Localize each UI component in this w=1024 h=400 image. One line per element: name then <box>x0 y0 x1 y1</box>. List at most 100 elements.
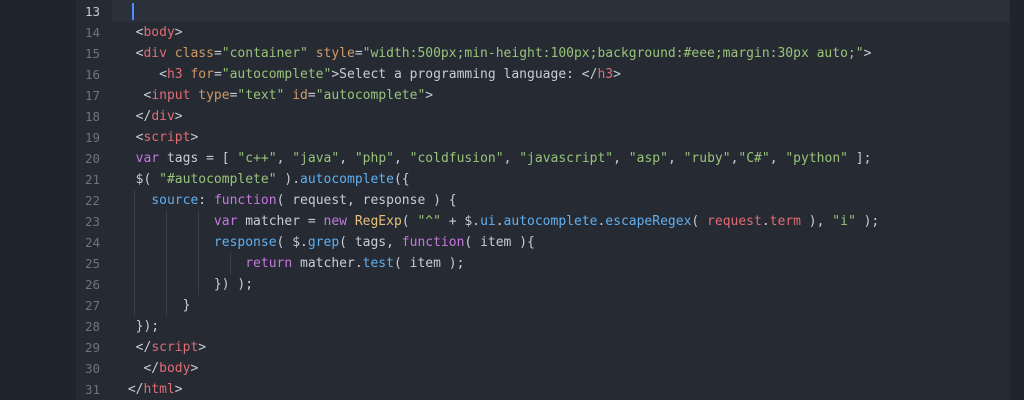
line-number: 16 <box>84 67 100 82</box>
code-token: . <box>495 214 504 229</box>
text-cursor <box>132 3 134 20</box>
code-token: type <box>198 88 230 103</box>
code-token: ({ <box>393 172 410 187</box>
code-token: html <box>143 382 175 397</box>
code-token: , <box>769 151 786 166</box>
code-token: var <box>135 151 160 166</box>
code-token: id <box>292 88 308 103</box>
code-token: div <box>143 46 167 61</box>
code-text: <input type="text" id="autocomplete"> <box>120 85 433 106</box>
code-line[interactable]: 27 } <box>76 295 1010 316</box>
editor-left-panel <box>0 0 76 400</box>
line-number: 22 <box>84 193 100 208</box>
code-line[interactable]: 31 </html> <box>76 379 1010 400</box>
code-token: "^" <box>417 214 441 229</box>
code-text: <div class="container" style="width:500p… <box>120 43 872 64</box>
code-token: body <box>159 361 191 376</box>
code-line[interactable]: 23 var matcher = new RegExp( "^" + $.ui.… <box>76 211 1010 232</box>
code-token: request <box>707 214 762 229</box>
code-line[interactable]: 30 </body> <box>76 358 1010 379</box>
code-line[interactable]: 19 <script> <box>76 127 1010 148</box>
line-number: 27 <box>84 298 100 313</box>
code-line[interactable]: 13 <box>76 1 1010 22</box>
code-token: ]; <box>847 151 872 166</box>
code-text: } <box>120 295 191 316</box>
code-text: }); <box>120 316 160 337</box>
code-token: ( tags, <box>339 235 402 250</box>
line-number: 17 <box>84 88 100 103</box>
code-text: $( "#autocomplete" ).autocomplete({ <box>120 169 410 190</box>
code-token: div <box>151 109 175 124</box>
code-line[interactable]: 29 </script> <box>76 337 1010 358</box>
code-line[interactable]: 20 var tags = [ "c++", "java", "php", "c… <box>76 148 1010 169</box>
code-token: class <box>174 46 214 61</box>
code-token: , <box>667 151 684 166</box>
code-token: response <box>213 235 277 250</box>
code-text: </div> <box>120 106 183 127</box>
code-token: = <box>213 67 222 82</box>
code-token: ui <box>480 214 496 229</box>
code-token: >Select a programming language: </ <box>331 67 598 82</box>
code-token: source <box>151 193 199 208</box>
code-token: "c++" <box>237 151 277 166</box>
code-line[interactable]: 26 }) ); <box>76 274 1010 295</box>
code-token: </ <box>120 382 144 397</box>
editor-scrollbar-track[interactable] <box>1010 0 1024 400</box>
code-token: "#autocomplete" <box>159 172 277 187</box>
code-token: "python" <box>785 151 848 166</box>
code-text: <script> <box>120 127 199 148</box>
line-number: 15 <box>84 46 100 61</box>
code-text: </script> <box>120 337 206 358</box>
code-token: > <box>613 67 621 82</box>
code-token: , <box>339 151 355 166</box>
code-token: : <box>198 193 214 208</box>
code-token: }) ); <box>120 277 254 292</box>
code-line[interactable]: 22 source: function( request, response )… <box>76 190 1010 211</box>
line-number: 23 <box>84 214 100 229</box>
code-line[interactable]: 25 return matcher.test( item ); <box>76 253 1010 274</box>
code-token: "C#" <box>738 151 770 166</box>
code-line[interactable]: 17 <input type="text" id="autocomplete"> <box>76 85 1010 106</box>
code-text: </body> <box>120 358 198 379</box>
code-line[interactable]: 15 <div class="container" style="width:5… <box>76 43 1010 64</box>
code-token: var <box>213 214 238 229</box>
code-token: </ <box>120 361 160 376</box>
code-token: > <box>863 46 872 61</box>
code-token: }); <box>120 319 160 334</box>
code-token: return <box>245 256 293 271</box>
code-token: ); <box>855 214 880 229</box>
code-line[interactable]: 18 </div> <box>76 106 1010 127</box>
code-token: ( <box>691 214 708 229</box>
code-token: autocomplete <box>503 214 598 229</box>
code-token: ( $. <box>276 235 308 250</box>
code-token: "container" <box>221 46 308 61</box>
code-token: "width:500px;min-height:100px;background… <box>362 46 864 61</box>
code-token: , <box>613 151 629 166</box>
code-line[interactable]: 24 response( $.grep( tags, function( ite… <box>76 232 1010 253</box>
code-line[interactable]: 28 }); <box>76 316 1010 337</box>
code-token: , <box>276 151 293 166</box>
code-token: "text" <box>237 88 285 103</box>
code-line[interactable]: 14 <body> <box>76 22 1010 43</box>
code-area[interactable]: 13 14 <body> 15 <div class="container" sty… <box>76 1 1010 400</box>
code-token: , <box>393 151 410 166</box>
code-token: + $. <box>440 214 481 229</box>
line-number: 20 <box>84 151 100 166</box>
code-token: test <box>362 256 394 271</box>
code-token: body <box>143 25 175 40</box>
line-number: 21 <box>84 172 100 187</box>
code-line[interactable]: 21 $( "#autocomplete" ).autocomplete({ <box>76 169 1010 190</box>
code-editor[interactable]: 13 14 <body> 15 <div class="container" sty… <box>0 0 1024 400</box>
code-text: var tags = [ "c++", "java", "php", "cold… <box>120 148 872 169</box>
code-line[interactable]: 16 <h3 for="autocomplete">Select a progr… <box>76 64 1010 85</box>
code-token: RegExp <box>354 214 402 229</box>
code-token: tags = [ <box>159 151 238 166</box>
code-token: autocomplete <box>300 172 394 187</box>
code-text: var matcher = new RegExp( "^" + $.ui.aut… <box>120 211 879 232</box>
code-token: "javascript" <box>519 151 614 166</box>
